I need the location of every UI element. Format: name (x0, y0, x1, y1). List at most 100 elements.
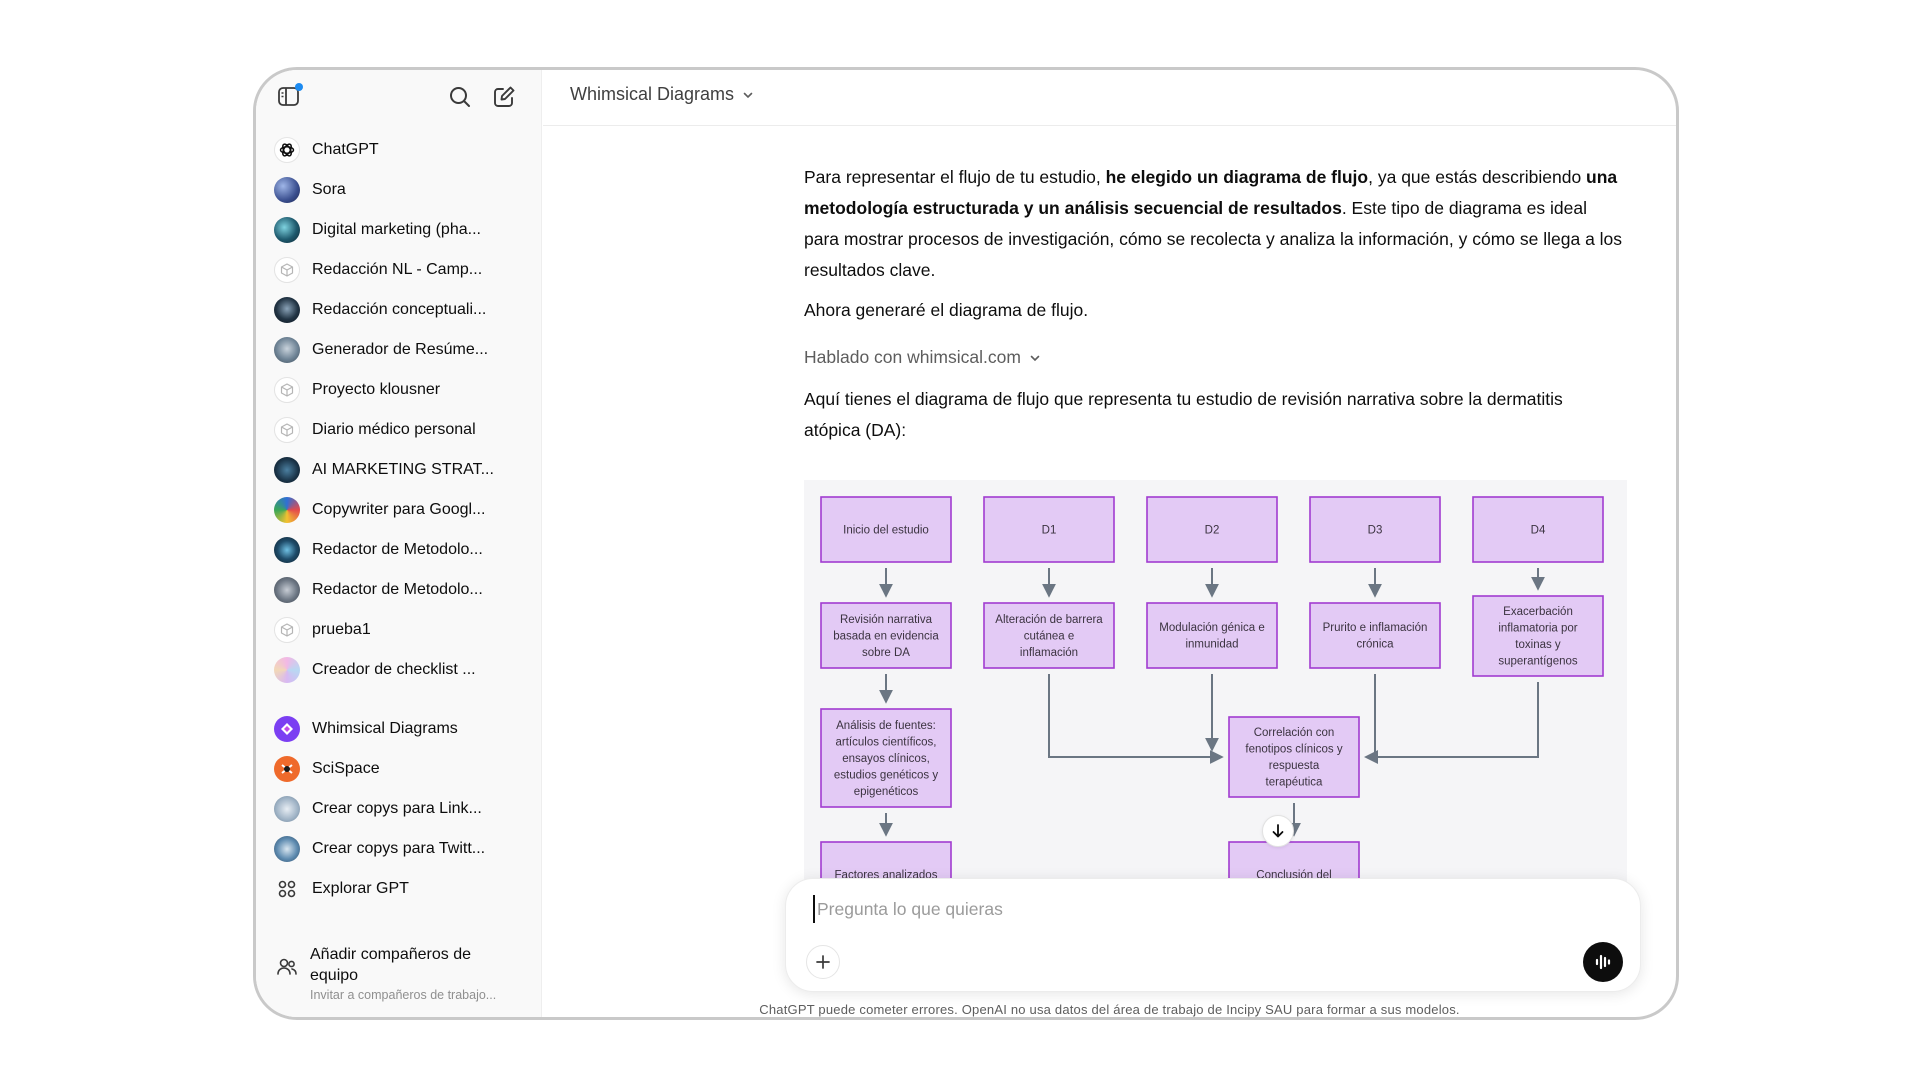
flow-node-text: toxinas y (1515, 639, 1561, 651)
sidebar-item-gpt[interactable]: Creador de checklist ... (268, 650, 530, 690)
voice-waveform-icon (1595, 954, 1611, 970)
sidebar-item-whimsical[interactable]: Whimsical Diagrams (268, 709, 530, 749)
flow-node-text: inflamación (1020, 647, 1078, 659)
chevron-down-icon (1030, 355, 1040, 361)
gpt-avatar (274, 337, 300, 363)
message-paragraph: Para representar el flujo de tu estudio,… (804, 167, 1623, 280)
flow-node-text: D3 (1368, 524, 1383, 536)
sidebar-item-gpt[interactable]: Redactor de Metodolo... (268, 530, 530, 570)
sidebar-item-label: Redacción NL - Camp... (312, 261, 483, 278)
flow-node-text: superantígenos (1498, 656, 1578, 668)
flowchart-svg: Inicio del estudio D1 D2 D3 D4 Revisión narra… (820, 496, 1604, 890)
assistant-message: Para representar el flujo de tu estudio,… (804, 162, 1624, 335)
message-paragraph: Ahora generaré el diagrama de flujo. (804, 300, 1089, 320)
sidebar-item-label: Crear copys para Link... (312, 800, 482, 817)
gpt-avatar (274, 796, 300, 822)
openai-logo-icon (274, 137, 300, 163)
chat-main: Whimsical Diagrams Para representar el f… (543, 70, 1676, 1017)
sidebar-item-gpt[interactable]: AI MARKETING STRAT... (268, 450, 530, 490)
sidebar-item-explore-gpts[interactable]: Explorar GPT (268, 869, 530, 909)
flow-node-text: basada en evidencia (833, 630, 939, 642)
sidebar-item-gpt[interactable]: Crear copys para Link... (268, 789, 530, 829)
flow-node-text: Exacerbación (1503, 606, 1573, 618)
tool-call-toggle[interactable]: Hablado con whimsical.com (804, 347, 1041, 368)
flow-node-text: D4 (1531, 524, 1546, 536)
sidebar-item-project[interactable]: Diario médico personal (268, 410, 530, 450)
sidebar-item-label: Generador de Resúme... (312, 341, 489, 358)
flow-node-alteracion: Alteración de barrera cutánea e inflamació… (983, 602, 1115, 669)
add-teammates-button[interactable]: Añadir compañeros de equipo Invitar a co… (268, 942, 530, 1006)
plus-icon (816, 955, 830, 969)
toggle-sidebar-button[interactable] (276, 83, 303, 109)
cube-icon (274, 417, 300, 443)
flow-node-text: D2 (1205, 524, 1220, 536)
flow-node-text: Correlación con (1254, 727, 1335, 739)
sidebar-item-gpt[interactable]: Crear copys para Twitt... (268, 829, 530, 869)
flow-node-text: sobre DA (862, 647, 910, 659)
sidebar-item-project[interactable]: Proyecto klousner (268, 370, 530, 410)
sidebar-item-gpt[interactable]: Redacción conceptuali... (268, 290, 530, 330)
edge-alteracion-correlacion (1048, 674, 1224, 764)
sidebar-item-label: Redactor de Metodolo... (312, 581, 483, 598)
sidebar-item-scispace[interactable]: SciSpace (268, 749, 530, 789)
arrow-down-icon (1272, 824, 1284, 838)
sidebar-item-chatgpt[interactable]: ChatGPT (268, 130, 530, 170)
flowchart-image[interactable]: Inicio del estudio D1 D2 D3 D4 Revisión narra… (804, 480, 1627, 890)
flow-node-text: estudios genéticos y (834, 769, 938, 781)
model-name: Whimsical Diagrams (570, 84, 735, 104)
flow-node-text: inmunidad (1185, 639, 1238, 651)
sidebar-item-label: Whimsical Diagrams (312, 720, 458, 737)
sidebar-item-gpt[interactable]: Generador de Resúme... (268, 330, 530, 370)
scroll-down-button[interactable] (1262, 815, 1294, 847)
flow-node-text: terapéutica (1266, 777, 1324, 789)
flow-node-correlacion: Correlación con fenotipos clínicos y respu… (1228, 716, 1360, 798)
model-selector[interactable]: Whimsical Diagrams (570, 84, 754, 105)
sidebar-divider (268, 690, 530, 709)
add-teammates-title: Añadir compañeros de equipo (310, 946, 471, 984)
notification-dot (295, 83, 303, 91)
sidebar-header (256, 70, 542, 126)
sidebar-item-sora[interactable]: Sora (268, 170, 530, 210)
flow-node-text: D1 (1042, 524, 1057, 536)
chat-header: Whimsical Diagrams (543, 70, 1676, 126)
flow-node-d1: D1 (983, 496, 1115, 563)
edge-exacerbacion-correlacion (1364, 682, 1539, 764)
gpt-avatar (274, 657, 300, 683)
sidebar-item-label: prueba1 (312, 621, 371, 638)
voice-mode-button[interactable] (1583, 942, 1623, 982)
sidebar: ChatGPT Sora Digital marketing (pha... R… (256, 70, 542, 1017)
attach-button[interactable] (806, 945, 840, 979)
flow-node-text: Revisión narrativa (840, 614, 933, 626)
cube-icon (274, 377, 300, 403)
sidebar-item-project[interactable]: Redacción NL - Camp... (268, 250, 530, 290)
flow-node-text: respuesta (1269, 760, 1320, 772)
flow-node-text: crónica (1356, 639, 1394, 651)
flow-node-text: Inicio del estudio (843, 524, 929, 536)
flow-node-analisis: Análisis de fuentes: artículos científico… (820, 708, 952, 808)
sidebar-item-label: Explorar GPT (312, 880, 409, 897)
gpt-avatar (274, 577, 300, 603)
gpt-avatar (274, 497, 300, 523)
flow-node-revision: Revisión narrativa basada en evidencia sob… (820, 602, 952, 669)
flow-node-text: Modulación génica e (1159, 622, 1265, 634)
sidebar-item-label: ChatGPT (312, 141, 379, 158)
flow-node-text: Alteración de barrera (995, 614, 1103, 626)
cube-icon (274, 617, 300, 643)
gpt-avatar (274, 457, 300, 483)
flow-node-text: artículos científicos, (836, 736, 937, 748)
flow-node-text: Análisis de fuentes: (836, 720, 936, 732)
sidebar-item-gpt[interactable]: Digital marketing (pha... (268, 210, 530, 250)
flow-node-prurito: Prurito e inflamación crónica (1309, 602, 1441, 669)
search-button[interactable] (447, 84, 473, 110)
sidebar-item-label: SciSpace (312, 760, 380, 777)
sidebar-item-gpt[interactable]: Redactor de Metodolo... (268, 570, 530, 610)
new-chat-button[interactable] (491, 84, 517, 110)
sidebar-item-project[interactable]: prueba1 (268, 610, 530, 650)
sidebar-item-label: Redactor de Metodolo... (312, 541, 483, 558)
prompt-input[interactable] (813, 895, 1513, 923)
grid-icon (274, 876, 300, 902)
sidebar-item-gpt[interactable]: Copywriter para Googl... (268, 490, 530, 530)
add-user-icon (277, 958, 297, 975)
composer (785, 878, 1641, 992)
flow-node-text: ensayos clínicos, (842, 753, 930, 765)
